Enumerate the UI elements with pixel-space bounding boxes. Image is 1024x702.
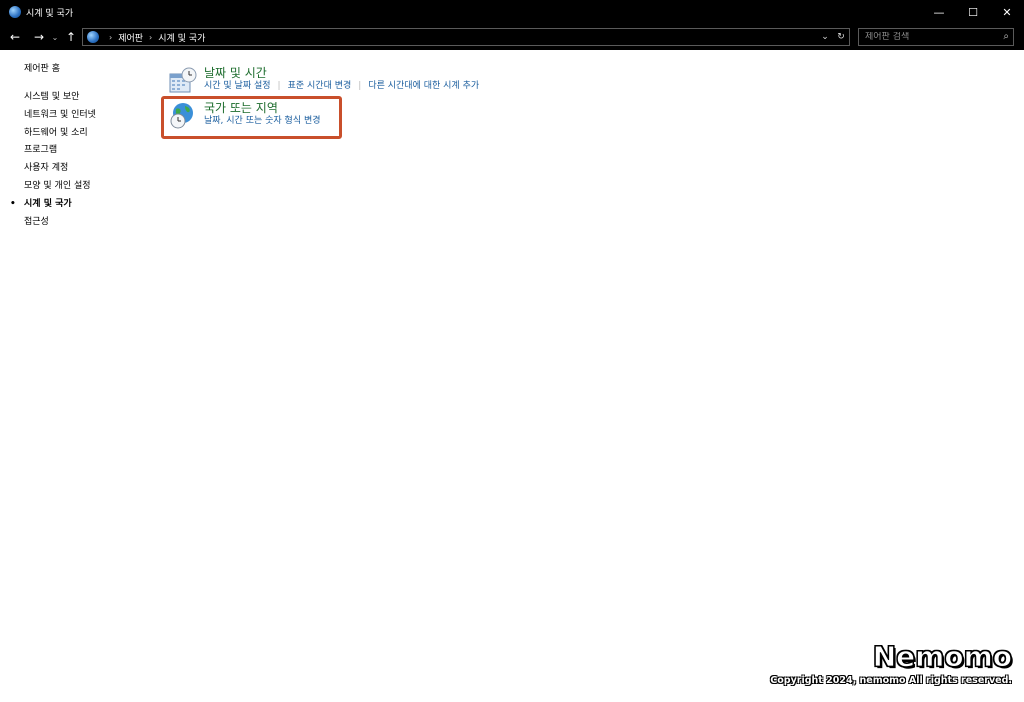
close-button[interactable]: ✕ (990, 0, 1024, 24)
active-bullet: • (10, 198, 16, 209)
sidebar: 제어판 홈 시스템 및 보안 네트워크 및 인터넷 하드웨어 및 소리 프로그램… (10, 61, 154, 232)
sidebar-home-link[interactable]: 제어판 홈 (24, 61, 154, 74)
breadcrumb-separator[interactable]: › (109, 33, 112, 42)
category-body: 날짜 및 시간 시간 및 날짜 설정 | 표준 시간대 변경 | 다른 시간대에… (204, 66, 479, 96)
window-title: 시계 및 국가 (26, 8, 74, 19)
sidebar-item-appearance[interactable]: 모양 및 개인 설정 (24, 178, 154, 196)
search-icon[interactable]: ⌕ (1003, 31, 1009, 42)
date-time-links: 시간 및 날짜 설정 | 표준 시간대 변경 | 다른 시간대에 대한 시계 추… (204, 80, 479, 93)
sidebar-item-clock-region[interactable]: • 시계 및 국가 (10, 196, 154, 214)
change-time-zone-link[interactable]: 표준 시간대 변경 (288, 80, 352, 93)
watermark: Nemomo Copyright 2024, nemomo All rights… (770, 640, 1012, 687)
search-input[interactable] (859, 32, 995, 42)
highlight-box (161, 96, 342, 139)
breadcrumb-separator[interactable]: › (149, 33, 152, 42)
navigation-bar: ← → ⌄ ↑ › 제어판 › 시계 및 국가 ⌄ ↻ ⌕ (0, 24, 1024, 50)
control-panel-icon (9, 6, 21, 18)
breadcrumb-control-panel[interactable]: 제어판 (118, 31, 143, 44)
address-actions: ⌄ ↻ (817, 29, 849, 45)
forward-button[interactable]: → (29, 27, 49, 47)
refresh-button[interactable]: ↻ (833, 29, 849, 45)
add-clocks-link[interactable]: 다른 시간대에 대한 시계 추가 (368, 80, 479, 93)
breadcrumb-clock-region[interactable]: 시계 및 국가 (158, 31, 205, 44)
window-controls: — ☐ ✕ (922, 0, 1024, 24)
link-divider: | (358, 81, 362, 91)
sidebar-item-hardware-sound[interactable]: 하드웨어 및 소리 (24, 125, 154, 143)
minimize-button[interactable]: — (922, 0, 956, 24)
calendar-clock-icon[interactable] (168, 66, 198, 96)
back-button[interactable]: ← (5, 27, 25, 47)
control-panel-icon (87, 31, 99, 43)
date-time-title[interactable]: 날짜 및 시간 (204, 66, 479, 80)
link-divider: | (277, 81, 281, 91)
sidebar-item-label: 시계 및 국가 (24, 198, 72, 209)
set-time-date-link[interactable]: 시간 및 날짜 설정 (204, 80, 271, 93)
watermark-brand: Nemomo (872, 640, 1012, 674)
watermark-copyright: Copyright 2024, nemomo All rights reserv… (770, 675, 1012, 686)
sidebar-item-accessibility[interactable]: 접근성 (24, 214, 154, 232)
category-date-time: 날짜 및 시간 시간 및 날짜 설정 | 표준 시간대 변경 | 다른 시간대에… (168, 66, 479, 96)
maximize-button[interactable]: ☐ (956, 0, 990, 24)
title-bar: 시계 및 국가 — ☐ ✕ (0, 0, 1024, 24)
up-button[interactable]: ↑ (61, 27, 81, 47)
search-box[interactable]: ⌕ (858, 28, 1014, 46)
address-bar[interactable]: › 제어판 › 시계 및 국가 ⌄ ↻ (82, 28, 850, 46)
address-dropdown-button[interactable]: ⌄ (817, 29, 833, 45)
sidebar-item-user-accounts[interactable]: 사용자 계정 (24, 160, 154, 178)
sidebar-item-system-security[interactable]: 시스템 및 보안 (24, 89, 154, 107)
sidebar-item-network-internet[interactable]: 네트워크 및 인터넷 (24, 107, 154, 125)
recent-locations-button[interactable]: ⌄ (49, 27, 61, 47)
sidebar-item-programs[interactable]: 프로그램 (24, 142, 154, 160)
